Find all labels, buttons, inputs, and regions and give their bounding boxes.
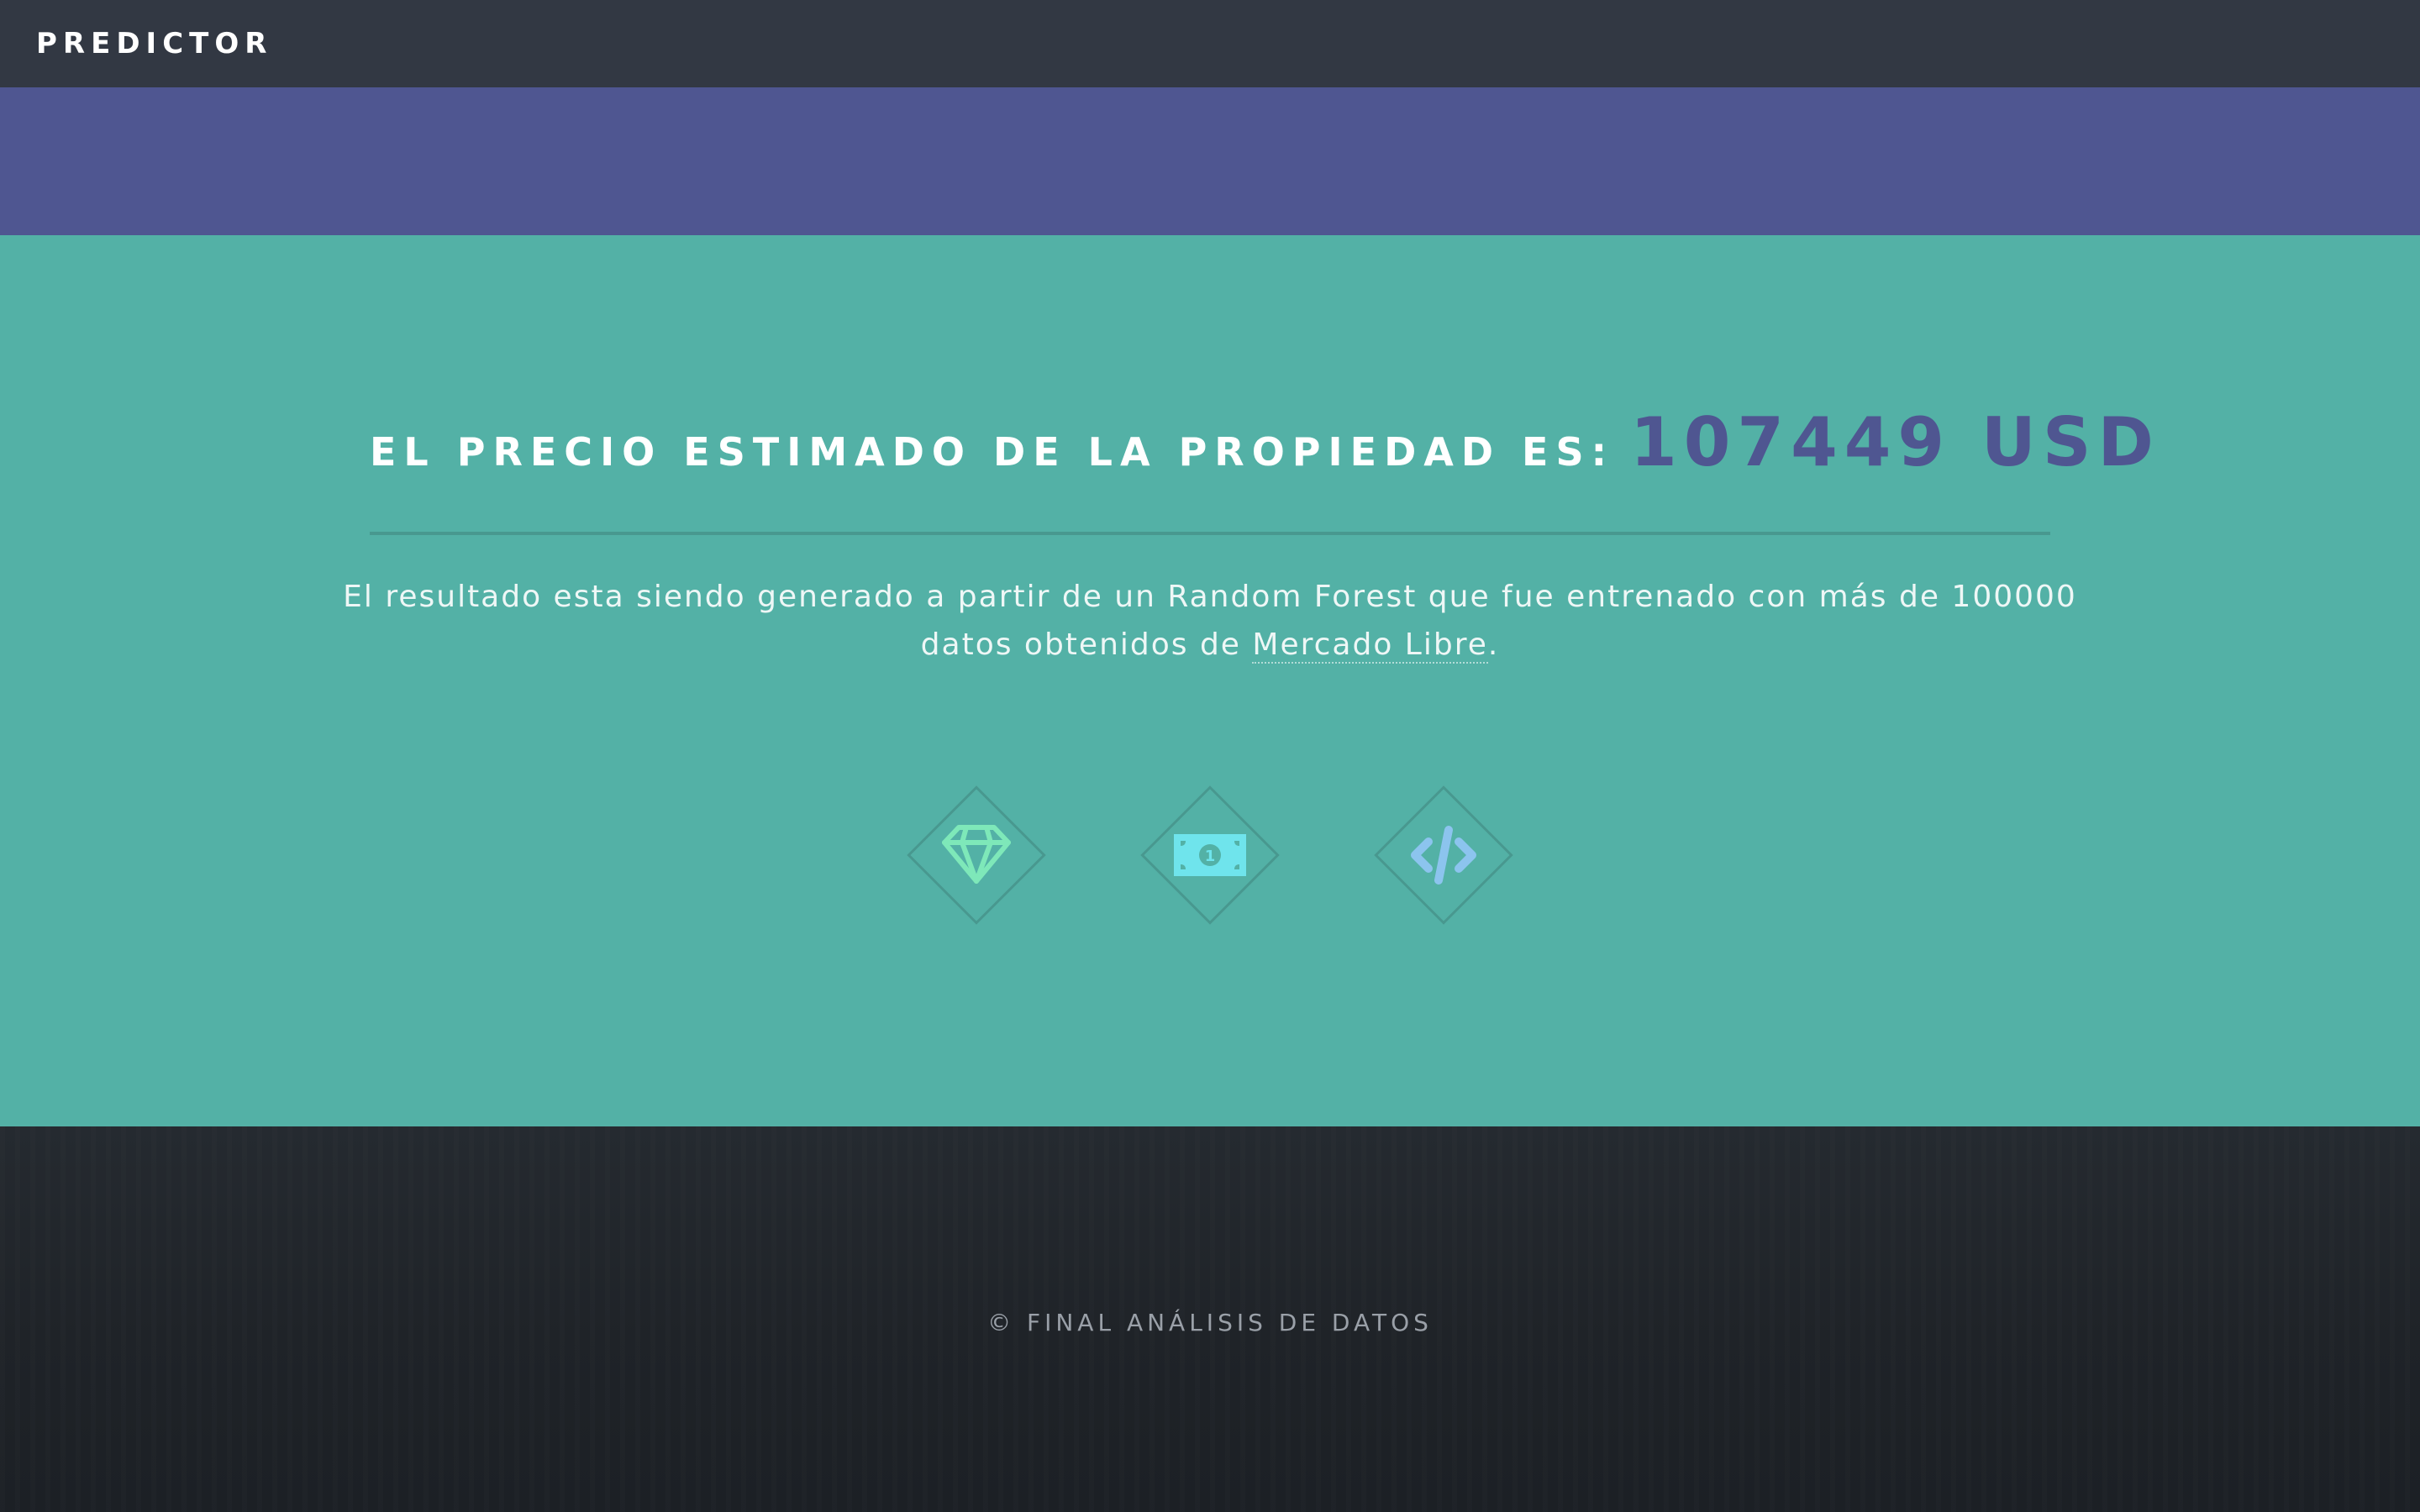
description-period: . (1487, 627, 1500, 662)
money-icon-tile: 1 (1126, 771, 1294, 939)
estimated-price: 107449 USD (1630, 403, 2160, 481)
result-label: EL PRECIO ESTIMADO DE LA PROPIEDAD ES: (370, 429, 1614, 475)
page-footer: © FINAL ANÁLISIS DE DATOS (0, 1126, 2420, 1512)
section-divider (370, 532, 2050, 535)
diamond-icon-tile (892, 771, 1060, 939)
copyright-text: © FINAL ANÁLISIS DE DATOS (987, 1309, 1433, 1336)
svg-text:1: 1 (1205, 848, 1216, 865)
result-section: EL PRECIO ESTIMADO DE LA PROPIEDAD ES: 1… (0, 235, 2420, 1126)
top-navbar: PREDICTOR (0, 0, 2420, 87)
diamond-frame (907, 785, 1046, 925)
result-heading: EL PRECIO ESTIMADO DE LA PROPIEDAD ES: 1… (370, 403, 2154, 512)
code-icon (1411, 826, 1476, 885)
page-banner (0, 87, 2420, 235)
brand-logo-link[interactable]: PREDICTOR (36, 25, 272, 62)
description-text: El resultado esta siendo generado a part… (343, 580, 2077, 662)
diamond-icon (942, 825, 1011, 884)
result-description: El resultado esta siendo generado a part… (319, 573, 2101, 669)
money-bill-icon: 1 (1174, 834, 1246, 876)
code-icon-tile (1360, 771, 1528, 939)
mercado-libre-link[interactable]: Mercado Libre (1252, 627, 1488, 664)
